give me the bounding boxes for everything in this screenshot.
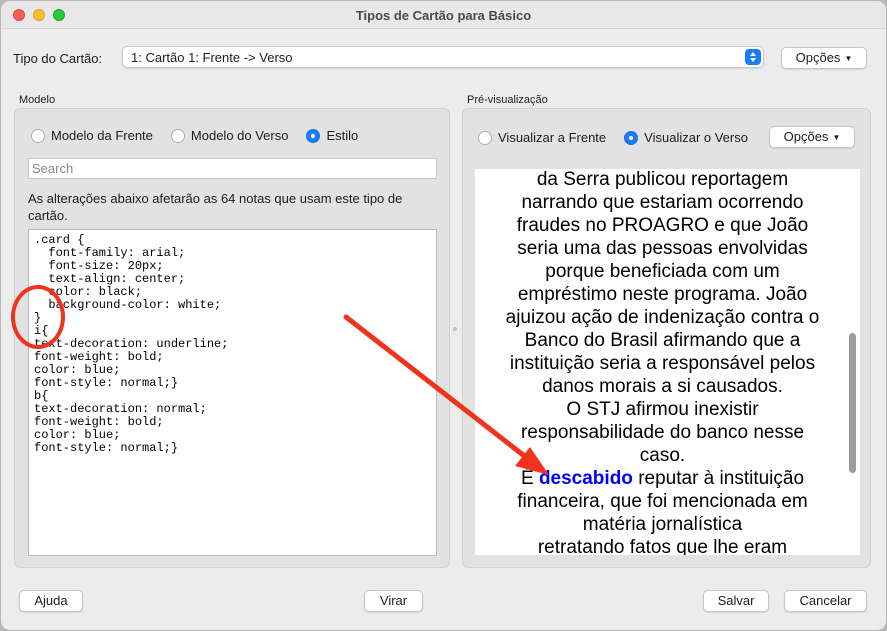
select-updown-icon [745,49,761,65]
preview-options-button[interactable]: Opções ▼ [769,126,855,148]
title-bar[interactable]: Tipos de Cartão para Básico [1,1,886,29]
splitter-handle[interactable] [453,327,457,331]
highlight-prefix: É [520,468,539,489]
preview-line: ajuizou ação de indenização contra o [505,307,820,328]
preview-line: O STJ afirmou inexistir [566,399,759,420]
radio-view-back[interactable] [624,130,639,145]
preview-highlight-line: É descabido reputar à instituição [475,467,850,490]
preview-line: instituição seria a responsável pelos [509,353,816,374]
affected-notes-notice: As alterações abaixo afetarão as 64 nota… [28,191,403,223]
preview-line: empréstimo neste programa. João [517,284,808,305]
chevron-down-icon: ▼ [832,133,841,142]
save-button[interactable]: Salvar [703,590,769,612]
card-type-label: Tipo do Cartão: [13,51,103,66]
cancel-button[interactable]: Cancelar [784,590,867,612]
preview-line: porque beneficiada com um [545,261,780,282]
preview-line: caso. [639,445,686,466]
chevron-down-icon: ▼ [844,54,853,63]
preview-line: responsabilidade do banco nesse [520,422,805,443]
preview-radio-group: Visualizar a Frente Visualizar o Verso [478,130,766,145]
template-group-label: Modelo [19,94,56,106]
radio-style[interactable] [306,128,321,143]
flip-button[interactable]: Virar [364,590,423,612]
card-types-window: Tipos de Cartão para Básico Tipo do Cart… [0,0,887,631]
preview-options-label: Opções [783,129,829,144]
preview-line: danos morais a si causados. [542,376,783,397]
radio-style-label[interactable]: Estilo [326,128,358,143]
search-input[interactable] [28,158,437,179]
preview-text: da Serra publicou reportagem narrando qu… [475,169,850,555]
help-button[interactable]: Ajuda [19,590,83,612]
preview-line: Banco do Brasil afirmando que a [524,330,801,351]
radio-front-template-label[interactable]: Modelo da Frente [51,128,153,143]
radio-view-back-label[interactable]: Visualizar o Verso [644,130,748,145]
preview-line: financeira, que foi mencionada em [517,491,808,512]
css-editor[interactable]: .card { font-family: arial; font-size: 2… [28,229,437,556]
window-title: Tipos de Cartão para Básico [355,8,532,23]
preview-group-label: Pré-visualização [467,94,548,106]
radio-back-template-label[interactable]: Modelo do Verso [191,128,289,143]
card-type-select[interactable]: 1: Cartão 1: Frente -> Verso [122,46,764,68]
top-options-button[interactable]: Opções ▼ [781,47,867,69]
preview-scrollbar-thumb[interactable] [849,333,856,473]
card-preview[interactable]: da Serra publicou reportagem narrando qu… [475,169,860,555]
radio-front-template[interactable] [31,128,45,143]
template-radio-group: Modelo da Frente Modelo do Verso Estilo [31,128,376,143]
top-options-label: Opções [795,50,841,65]
preview-line: retratando fatos que lhe eram [537,537,788,555]
preview-line: fraudes no PROAGRO e que João [516,215,809,236]
preview-line: seria uma das pessoas envolvidas [517,238,808,259]
radio-view-front[interactable] [478,130,492,145]
preview-line: da Serra publicou reportagem [536,169,789,190]
preview-line: narrando que estariam ocorrendo [521,192,804,213]
highlight-suffix: reputar à instituição [632,468,805,489]
radio-view-front-label[interactable]: Visualizar a Frente [498,130,606,145]
radio-back-template[interactable] [170,128,185,143]
card-type-value: 1: Cartão 1: Frente -> Verso [131,50,293,65]
preview-line: matéria jornalística [582,514,743,535]
highlighted-word: descabido [538,468,633,489]
annotation-circle [11,285,65,349]
